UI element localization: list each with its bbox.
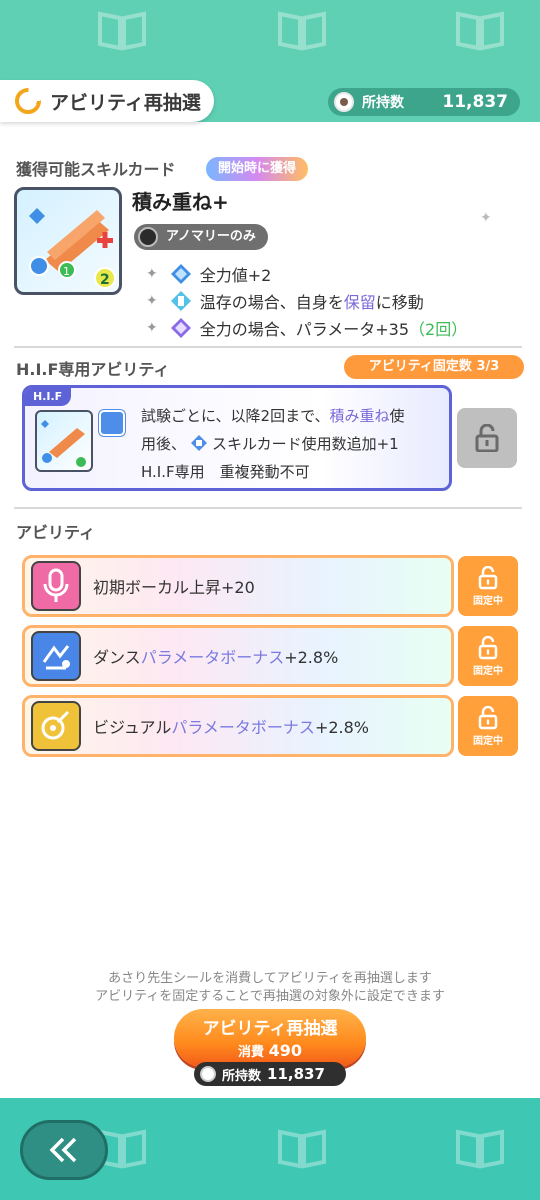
hif-tag: H.I.F bbox=[25, 388, 71, 406]
hif-text: H.I.F専用 重複発動不可 bbox=[141, 463, 310, 481]
book-pattern-icon bbox=[456, 11, 504, 51]
book-pattern-icon bbox=[98, 11, 146, 51]
skill-effect-3: ✦ 全力の場合、パラメータ+35 （2回） bbox=[146, 316, 467, 340]
owned-value: 11,837 bbox=[442, 92, 508, 112]
hif-section-title: H.I.F専用アビリティ bbox=[16, 360, 170, 379]
visual-icon bbox=[31, 701, 81, 751]
lock-icon bbox=[478, 705, 498, 729]
lock-icon bbox=[478, 635, 498, 659]
back-button[interactable] bbox=[20, 1120, 108, 1180]
hif-lock-button[interactable] bbox=[457, 408, 517, 468]
bullet-star-icon: ✦ bbox=[146, 266, 158, 282]
ability-row-3[interactable]: ビジュアルパラメータボーナス+2.8% bbox=[22, 695, 454, 757]
reroll-button[interactable]: アビリティ再抽選 消費 490 bbox=[174, 1009, 366, 1067]
acquire-at-start-badge: 開始時に獲得 bbox=[206, 157, 309, 181]
hif-skill-card-thumb bbox=[35, 410, 93, 472]
page-title: アビリティ再抽選 bbox=[50, 91, 201, 114]
fixed-label: 固定中 bbox=[473, 735, 503, 747]
anomaly-only-label: アノマリーのみ bbox=[166, 229, 256, 244]
fullpower-stance-icon bbox=[170, 318, 191, 338]
svg-text:2: 2 bbox=[100, 272, 110, 288]
ability-section-title: アビリティ bbox=[16, 523, 96, 542]
book-pattern-icon bbox=[456, 1129, 504, 1169]
book-pattern-icon bbox=[278, 11, 326, 51]
svg-text:1: 1 bbox=[63, 265, 70, 278]
double-chevron-left-icon bbox=[49, 1137, 77, 1163]
hif-ability-description: 試験ごとに、以降2回まで、積み重ね使 用後、 スキルカード使用数追加+1 H.I.… bbox=[141, 402, 449, 486]
dance-icon bbox=[31, 631, 81, 681]
ability-lock-button-1[interactable]: 固定中 bbox=[458, 556, 518, 616]
ability-text: 初期ボーカル上昇+20 bbox=[93, 578, 255, 597]
hif-text: 試験ごとに、以降2回まで、 bbox=[141, 407, 330, 425]
hif-text: スキルカード使用数追加+1 bbox=[212, 435, 399, 453]
fixed-label: 固定中 bbox=[473, 665, 503, 677]
keyword-card-name: 積み重ね bbox=[329, 407, 390, 425]
info-text-line-2: アビリティを固定することで再抽選の対象外に設定できます bbox=[95, 989, 445, 1004]
skill-card-use-icon bbox=[191, 435, 208, 451]
skill-effect-text: に移動 bbox=[375, 293, 424, 312]
skill-card-name: 積み重ね+ bbox=[132, 190, 229, 214]
skill-effect-count: （2回） bbox=[409, 320, 468, 339]
bullet-star-icon: ✦ bbox=[146, 293, 158, 309]
asari-sticker-icon bbox=[200, 1066, 216, 1082]
skill-effect-1: ✦ 全力値+2 bbox=[146, 262, 271, 286]
info-text-line-1: あさり先生シールを消費してアビリティを再抽選します bbox=[108, 971, 432, 986]
skill-effect-text: 全力の場合、パラメータ+35 bbox=[199, 320, 410, 339]
hif-text: 用後、 bbox=[141, 435, 187, 453]
ability-row-2[interactable]: ダンスパラメータボーナス+2.8% bbox=[22, 625, 454, 687]
reroll-icon bbox=[15, 88, 41, 114]
skill-card-art-icon bbox=[41, 420, 86, 467]
skill-effect-2: ✦ 温存の場合、自身を 保留 に移動 bbox=[146, 289, 424, 313]
skill-card-section-title: 獲得可能スキルカード bbox=[16, 160, 176, 179]
bullet-star-icon: ✦ bbox=[146, 320, 158, 336]
ability-lock-button-3[interactable]: 固定中 bbox=[458, 696, 518, 756]
hif-ability-icon bbox=[99, 410, 125, 436]
conserve-icon bbox=[170, 291, 191, 311]
lock-icon bbox=[478, 565, 498, 589]
hif-text: 使 bbox=[389, 407, 405, 425]
unlock-icon bbox=[475, 424, 499, 452]
skill-card-art-icon: 1 2 bbox=[29, 208, 116, 289]
owned-value: 11,837 bbox=[267, 1065, 325, 1083]
ability-fixed-count-badge: アビリティ固定数 3/3 bbox=[344, 355, 524, 379]
section-divider bbox=[14, 346, 522, 348]
fixed-label: 固定中 bbox=[473, 595, 503, 607]
owned-label: 所持数 bbox=[222, 1068, 262, 1084]
reroll-cost: 消費 490 bbox=[238, 1041, 302, 1060]
ability-text: ビジュアルパラメータボーナス+2.8% bbox=[93, 718, 369, 737]
sparkle-icon: ✦ bbox=[480, 210, 492, 226]
owned-label: 所持数 bbox=[362, 95, 404, 111]
book-pattern-icon bbox=[278, 1129, 326, 1169]
section-divider bbox=[14, 507, 522, 509]
page-title-pill: アビリティ再抽選 bbox=[0, 80, 214, 122]
skill-effect-text: 全力値+2 bbox=[199, 266, 272, 285]
owned-currency-badge: 所持数 11,837 bbox=[328, 88, 520, 116]
fullpower-icon bbox=[170, 264, 191, 284]
hif-ability-card[interactable]: H.I.F 試験ごとに、以降2回まで、積み重ね使 用後、 スキルカード使用数追加+… bbox=[22, 385, 452, 491]
asari-sticker-icon bbox=[334, 92, 354, 112]
skill-effect-text: 温存の場合、自身を bbox=[199, 293, 344, 312]
reroll-button-label: アビリティ再抽選 bbox=[202, 1019, 338, 1039]
anomaly-icon bbox=[138, 227, 158, 247]
keyword-reserve: 保留 bbox=[343, 293, 376, 312]
skill-card-image[interactable]: 1 2 bbox=[14, 187, 122, 295]
ability-text: ダンスパラメータボーナス+2.8% bbox=[93, 648, 339, 667]
ability-lock-button-2[interactable]: 固定中 bbox=[458, 626, 518, 686]
ability-row-1[interactable]: 初期ボーカル上昇+20 bbox=[22, 555, 454, 617]
vocal-mic-icon bbox=[31, 561, 81, 611]
anomaly-only-badge: アノマリーのみ bbox=[134, 224, 268, 250]
owned-sticker-badge: 所持数 11,837 bbox=[194, 1062, 346, 1086]
